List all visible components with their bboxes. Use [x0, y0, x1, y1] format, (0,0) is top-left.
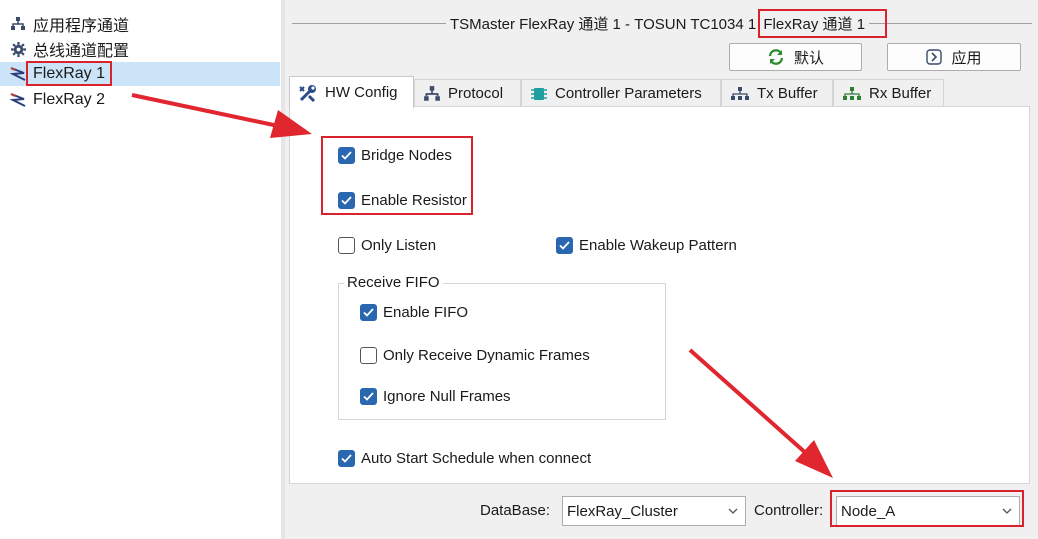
receive-fifo-title: Receive FIFO [344, 274, 443, 291]
tab-rx-buffer[interactable]: Rx Buffer [833, 79, 944, 107]
checkbox-label: Enable FIFO [383, 304, 469, 321]
tab-label: Controller Parameters [555, 85, 702, 102]
enable-wakeup-pattern-checkbox[interactable]: Enable Wakeup Pattern [556, 237, 737, 254]
checkmark-icon [556, 237, 573, 254]
tab-tx-buffer[interactable]: Tx Buffer [721, 79, 833, 107]
chip-icon [530, 86, 548, 102]
channel-tree: 应用程序通道 总线通道配置 FlexRay 1 FlexRay 2 [0, 0, 282, 539]
controller-label: Controller: [754, 502, 824, 519]
flexray-icon [10, 92, 26, 108]
enable-resistor-checkbox[interactable]: Enable Resistor [338, 192, 467, 209]
tab-label: HW Config [325, 84, 398, 101]
checkbox-label: Bridge Nodes [361, 147, 452, 164]
default-button-label: 默认 [793, 49, 824, 67]
checkbox-empty-icon [360, 347, 377, 364]
network-icon [423, 85, 441, 102]
apply-button[interactable]: 应用 [887, 43, 1021, 71]
tree-item-bus-config[interactable]: 总线通道配置 [0, 37, 280, 61]
tab-protocol[interactable]: Protocol [414, 79, 521, 107]
bridge-nodes-checkbox[interactable]: Bridge Nodes [338, 147, 452, 164]
apply-button-label: 应用 [951, 49, 982, 67]
checkbox-label: Auto Start Schedule when connect [361, 450, 592, 467]
only-receive-dynamic-frames-checkbox[interactable]: Only Receive Dynamic Frames [360, 347, 590, 364]
tree-item-flexray-2[interactable]: FlexRay 2 [0, 88, 280, 112]
auto-start-schedule-checkbox[interactable]: Auto Start Schedule when connect [338, 450, 591, 467]
checkbox-label: Only Listen [361, 237, 437, 254]
checkbox-label: Enable Wakeup Pattern [579, 237, 737, 254]
ignore-null-frames-checkbox[interactable]: Ignore Null Frames [360, 388, 511, 405]
database-select[interactable]: FlexRay_Cluster [562, 496, 746, 526]
database-value: FlexRay_Cluster [567, 502, 678, 520]
network-icon [10, 16, 26, 32]
tree-item-label: 应用程序通道 [33, 18, 130, 35]
tab-label: Protocol [448, 85, 504, 102]
tab-hw-config[interactable]: HW Config [289, 76, 414, 108]
refresh-icon [767, 49, 785, 65]
checkmark-icon [338, 192, 355, 209]
flexray-icon [10, 66, 26, 82]
checkbox-label: Only Receive Dynamic Frames [383, 347, 590, 364]
tree-icon [842, 86, 862, 102]
tab-label: Rx Buffer [869, 85, 932, 102]
tree-item-label: FlexRay 2 [33, 91, 106, 108]
chevron-down-icon [727, 504, 739, 522]
database-label: DataBase: [480, 502, 551, 519]
controller-value: Node_A [841, 502, 896, 520]
tools-icon [298, 84, 318, 102]
tree-item-app-channel[interactable]: 应用程序通道 [0, 12, 280, 36]
apply-icon [926, 49, 943, 65]
tab-controller-parameters[interactable]: Controller Parameters [521, 79, 721, 107]
checkbox-label: Enable Resistor [361, 192, 467, 209]
title-highlight: FlexRay 通道 1 [763, 16, 866, 33]
tree-item-label: 总线通道配置 [33, 43, 130, 60]
checkbox-label: Ignore Null Frames [383, 388, 511, 405]
enable-fifo-checkbox[interactable]: Enable FIFO [360, 304, 468, 321]
chevron-down-icon [1001, 504, 1013, 522]
checkmark-icon [360, 304, 377, 321]
checkbox-empty-icon [338, 237, 355, 254]
default-button[interactable]: 默认 [729, 43, 862, 71]
tree-item-flexray-1[interactable]: FlexRay 1 [0, 62, 280, 86]
tree-icon [730, 86, 750, 102]
checkmark-icon [338, 147, 355, 164]
title-prefix: TSMaster FlexRay 通道 1 - TOSUN TC1034 1 [450, 16, 757, 33]
gear-icon [10, 41, 26, 57]
window-title: TSMaster FlexRay 通道 1 - TOSUN TC1034 1 F… [446, 13, 870, 34]
only-listen-checkbox[interactable]: Only Listen [338, 237, 436, 254]
controller-select[interactable]: Node_A [836, 496, 1020, 526]
checkmark-icon [360, 388, 377, 405]
checkmark-icon [338, 450, 355, 467]
tab-label: Tx Buffer [757, 85, 818, 102]
tree-item-label: FlexRay 1 [33, 65, 106, 82]
